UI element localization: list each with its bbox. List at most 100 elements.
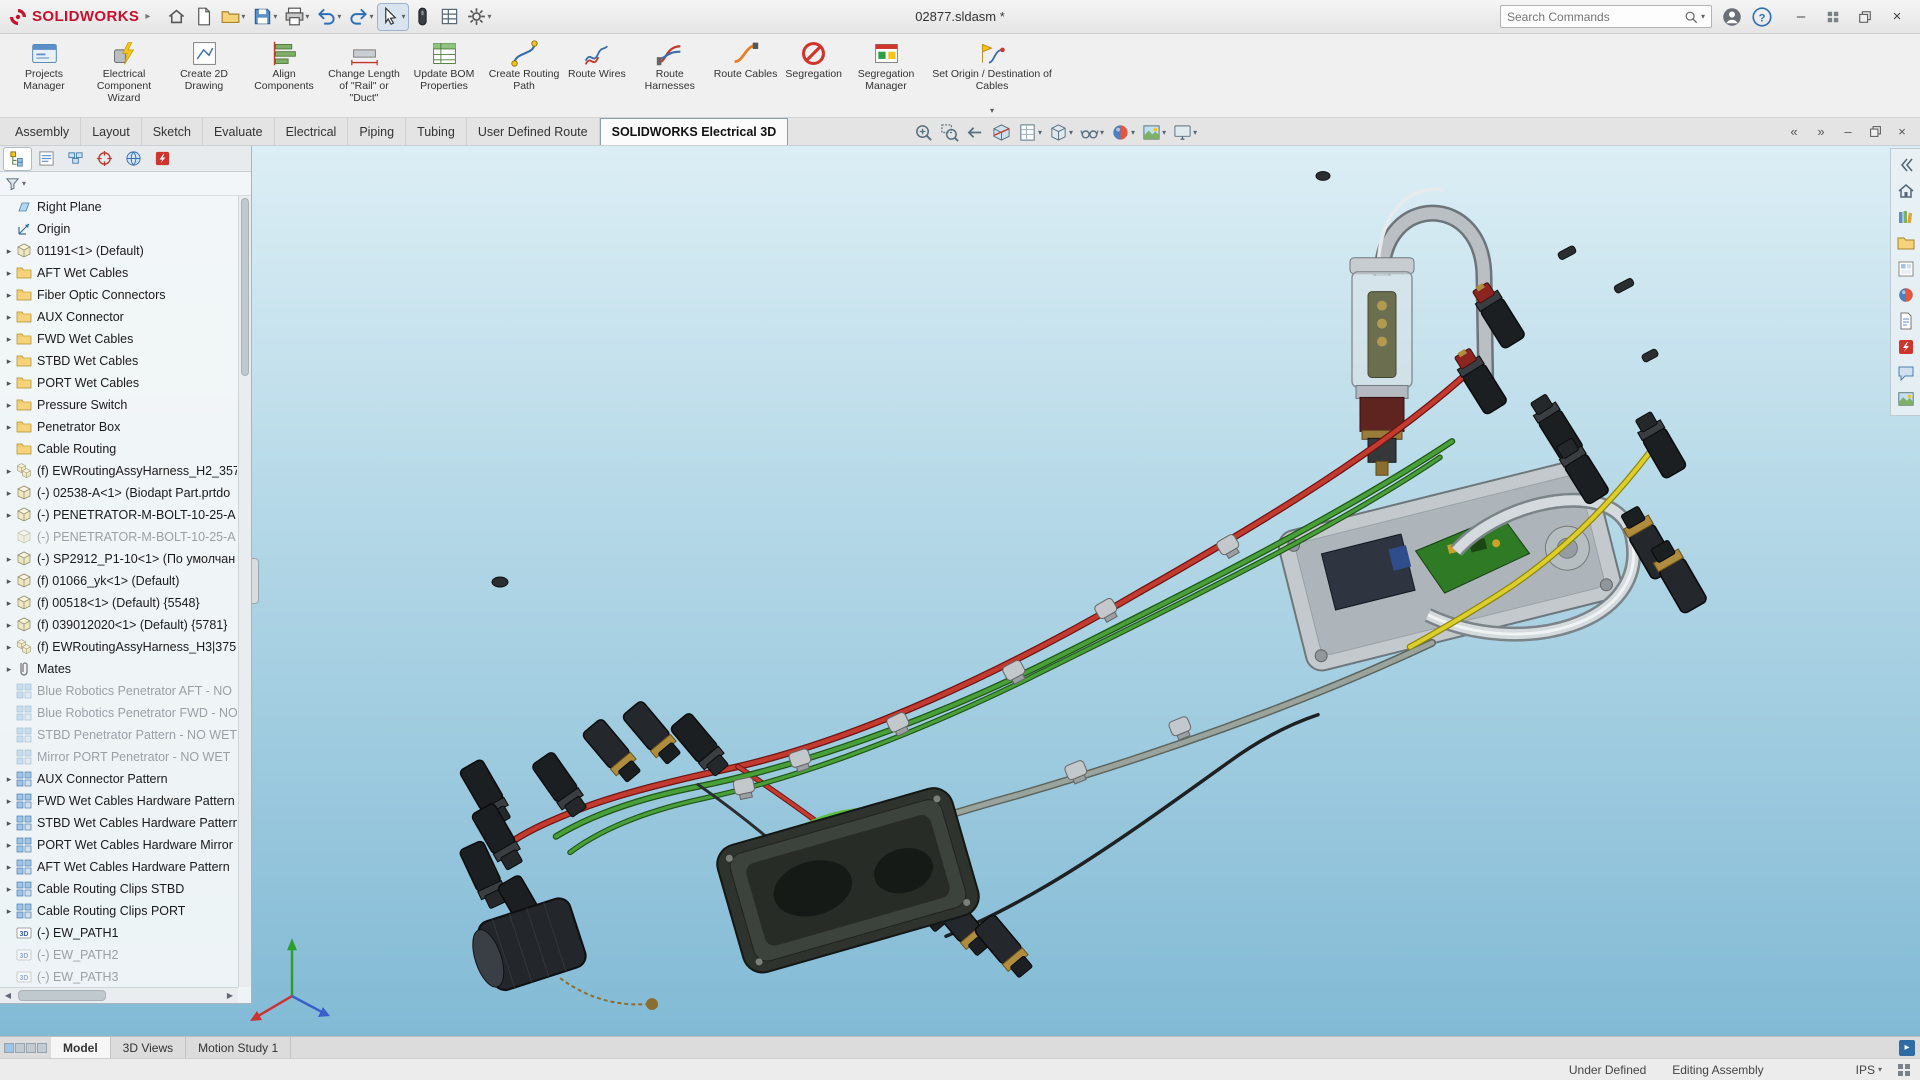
tree-item-cable-routing-clips-port[interactable]: ▸Cable Routing Clips PORT	[2, 900, 237, 922]
expand-arrow-icon[interactable]: ▸	[2, 598, 16, 609]
hscroll-thumb[interactable]	[18, 990, 106, 1001]
vscroll-thumb[interactable]	[241, 198, 249, 376]
tree-item-f-ewroutingassyharness-h3-375[interactable]: ▸(f) EWRoutingAssyHarness_H3|375	[2, 636, 237, 658]
tab-piping[interactable]: Piping	[348, 118, 406, 145]
options-button[interactable]: ▾	[464, 4, 494, 30]
tree-item-aux-connector[interactable]: ▸AUX Connector	[2, 306, 237, 328]
expand-arrow-icon[interactable]: ▸	[2, 466, 16, 477]
panel-tab-featuremanager[interactable]	[4, 148, 31, 170]
help-icon[interactable]	[1752, 7, 1772, 27]
tree-item-stbd-wet-cables[interactable]: ▸STBD Wet Cables	[2, 350, 237, 372]
minimize-button[interactable]: –	[1786, 5, 1816, 29]
tree-item-02538-a-1-biodapt-part-prtdo[interactable]: ▸(-) 02538-A<1> (Biodapt Part.prtdo	[2, 482, 237, 504]
tree-item-f-01066-yk-1-default[interactable]: ▸(f) 01066_yk<1> (Default)	[2, 570, 237, 592]
tile-windows-icon[interactable]	[1896, 1062, 1912, 1078]
cable-harness[interactable]	[514, 364, 1652, 937]
filter-input[interactable]	[28, 175, 246, 193]
expand-arrow-icon[interactable]: ▸	[2, 840, 16, 851]
dropdown-caret-icon[interactable]: ▾	[273, 12, 277, 21]
tree-item-stbd-wet-cables-hardware-pattern[interactable]: ▸STBD Wet Cables Hardware Pattern	[2, 812, 237, 834]
electrical-manager-button[interactable]	[1895, 336, 1917, 358]
tree-item-origin[interactable]: Origin	[2, 218, 237, 240]
tab-3d-views[interactable]: 3D Views	[111, 1037, 186, 1058]
open-button[interactable]: ▾	[218, 4, 248, 30]
expand-arrow-icon[interactable]: ▸	[2, 422, 16, 433]
tree-item-ew-path2[interactable]: (-) EW_PATH2	[2, 944, 237, 966]
doc-restore-button[interactable]	[1863, 121, 1887, 143]
dropdown-caret-icon[interactable]: ▾	[990, 107, 994, 116]
tree-item-aft-wet-cables[interactable]: ▸AFT Wet Cables	[2, 262, 237, 284]
tab-tubing[interactable]: Tubing	[406, 118, 467, 145]
collapse-task-pane-button[interactable]	[1895, 154, 1917, 176]
ribbon-electrical-component-wizard-button[interactable]: Electrical Component Wizard	[84, 37, 164, 116]
expand-arrow-icon[interactable]: ▸	[2, 268, 16, 279]
pane-forward-icon[interactable]: »	[1809, 121, 1833, 143]
tree-item-fwd-wet-cables-hardware-pattern[interactable]: ▸FWD Wet Cables Hardware Pattern	[2, 790, 237, 812]
tree-item-f-ewroutingassyharness-h2-357[interactable]: ▸(f) EWRoutingAssyHarness_H2_357	[2, 460, 237, 482]
tree-item-01191-1-default[interactable]: ▸01191<1> (Default)	[2, 240, 237, 262]
tree-item-f-039012020-1-default-5781[interactable]: ▸(f) 039012020<1> (Default) {5781}	[2, 614, 237, 636]
panel-tab-displaymanager[interactable]	[120, 148, 147, 170]
3d-model-view[interactable]	[0, 146, 1920, 1036]
close-button[interactable]: ×	[1882, 5, 1912, 29]
hscroll-track[interactable]	[16, 988, 222, 1003]
dropdown-caret-icon[interactable]: ▾	[1131, 128, 1135, 137]
expand-arrow-icon[interactable]: ▸	[2, 774, 16, 785]
custom-properties-button[interactable]	[1895, 310, 1917, 332]
tree-item-penetrator-m-bolt-10-25-a[interactable]: ▸(-) PENETRATOR-M-BOLT-10-25-A	[2, 504, 237, 526]
dropdown-caret-icon[interactable]: ▾	[305, 12, 309, 21]
panel-tab-dimxpertmanager[interactable]	[91, 148, 118, 170]
tree-item-cable-routing[interactable]: Cable Routing	[2, 438, 237, 460]
tree-item-penetrator-box[interactable]: ▸Penetrator Box	[2, 416, 237, 438]
expand-arrow-icon[interactable]: ▸	[2, 488, 16, 499]
search-icon[interactable]	[1684, 10, 1698, 24]
pane-back-icon[interactable]: «	[1782, 121, 1806, 143]
filter-caret-icon[interactable]: ▾	[22, 179, 26, 188]
tree-item-stbd-penetrator-pattern-no-wet[interactable]: STBD Penetrator Pattern - NO WET	[2, 724, 237, 746]
mouse-gesture-button[interactable]	[410, 4, 435, 30]
tab-layout[interactable]: Layout	[81, 118, 142, 145]
home-button[interactable]	[164, 4, 189, 30]
select-button[interactable]: ▾	[378, 4, 408, 30]
tree-item-f-00518-1-default-5548[interactable]: ▸(f) 00518<1> (Default) {5548}	[2, 592, 237, 614]
dropdown-caret-icon[interactable]: ▾	[337, 12, 341, 21]
split-view-icon[interactable]	[4, 1043, 14, 1053]
ribbon-create-2d-drawing-button[interactable]: Create 2D Drawing	[164, 37, 244, 116]
tab-model[interactable]: Model	[51, 1037, 111, 1058]
task-pane-toggle-icon[interactable]: ▸	[1899, 1040, 1915, 1056]
save-button[interactable]: ▾	[250, 4, 280, 30]
window-layout-button[interactable]	[1818, 5, 1848, 29]
tree-item-pressure-switch[interactable]: ▸Pressure Switch	[2, 394, 237, 416]
dropdown-caret-icon[interactable]: ▾	[487, 12, 491, 21]
expand-arrow-icon[interactable]: ▸	[2, 620, 16, 631]
filter-icon[interactable]	[5, 176, 20, 191]
dropdown-caret-icon[interactable]: ▾	[1100, 128, 1104, 137]
tree-item-ew-path3[interactable]: (-) EW_PATH3	[2, 966, 237, 987]
expand-arrow-icon[interactable]: ▸	[2, 862, 16, 873]
solidworks-resources-button[interactable]	[1895, 180, 1917, 202]
tree-item-blue-robotics-penetrator-aft-no[interactable]: Blue Robotics Penetrator AFT - NO	[2, 680, 237, 702]
dropdown-caret-icon[interactable]: ▾	[401, 12, 405, 21]
tree-item-blue-robotics-penetrator-fwd-no[interactable]: Blue Robotics Penetrator FWD - NO	[2, 702, 237, 724]
tree-item-aux-connector-pattern[interactable]: ▸AUX Connector Pattern	[2, 768, 237, 790]
scroll-right-icon[interactable]: ▶	[222, 991, 238, 1000]
print-button[interactable]: ▾	[282, 4, 312, 30]
search-input[interactable]	[1507, 10, 1684, 24]
split-view-icon[interactable]	[26, 1043, 36, 1053]
undo-button[interactable]: ▾	[314, 4, 344, 30]
panel-tab-configurationmanager[interactable]	[62, 148, 89, 170]
view-selector-button[interactable]: ▾	[1016, 121, 1044, 144]
tab-user-defined-route[interactable]: User Defined Route	[467, 118, 600, 145]
edit-appearance-button[interactable]: ▾	[1109, 121, 1137, 144]
mounting-plate[interactable]	[1275, 456, 1624, 674]
tree-item-fiber-optic-connectors[interactable]: ▸Fiber Optic Connectors	[2, 284, 237, 306]
hide-show-items-button[interactable]: ▾	[1078, 121, 1106, 144]
brand-expand-icon[interactable]: ▸	[145, 11, 150, 22]
user-account-icon[interactable]	[1722, 7, 1742, 27]
graphics-area[interactable]: ▾ Right PlaneOrigin▸01191<1> (Default)▸A…	[0, 146, 1920, 1036]
search-commands-box[interactable]: ▾	[1500, 5, 1712, 28]
tree-item-sp2912-p1-10-1[interactable]: ▸(-) SP2912_P1-10<1> (По умолчан	[2, 548, 237, 570]
doc-minimize-button[interactable]: –	[1836, 121, 1860, 143]
ribbon-create-routing-path-button[interactable]: Create Routing Path	[484, 37, 564, 116]
new-document-button[interactable]	[191, 4, 216, 30]
